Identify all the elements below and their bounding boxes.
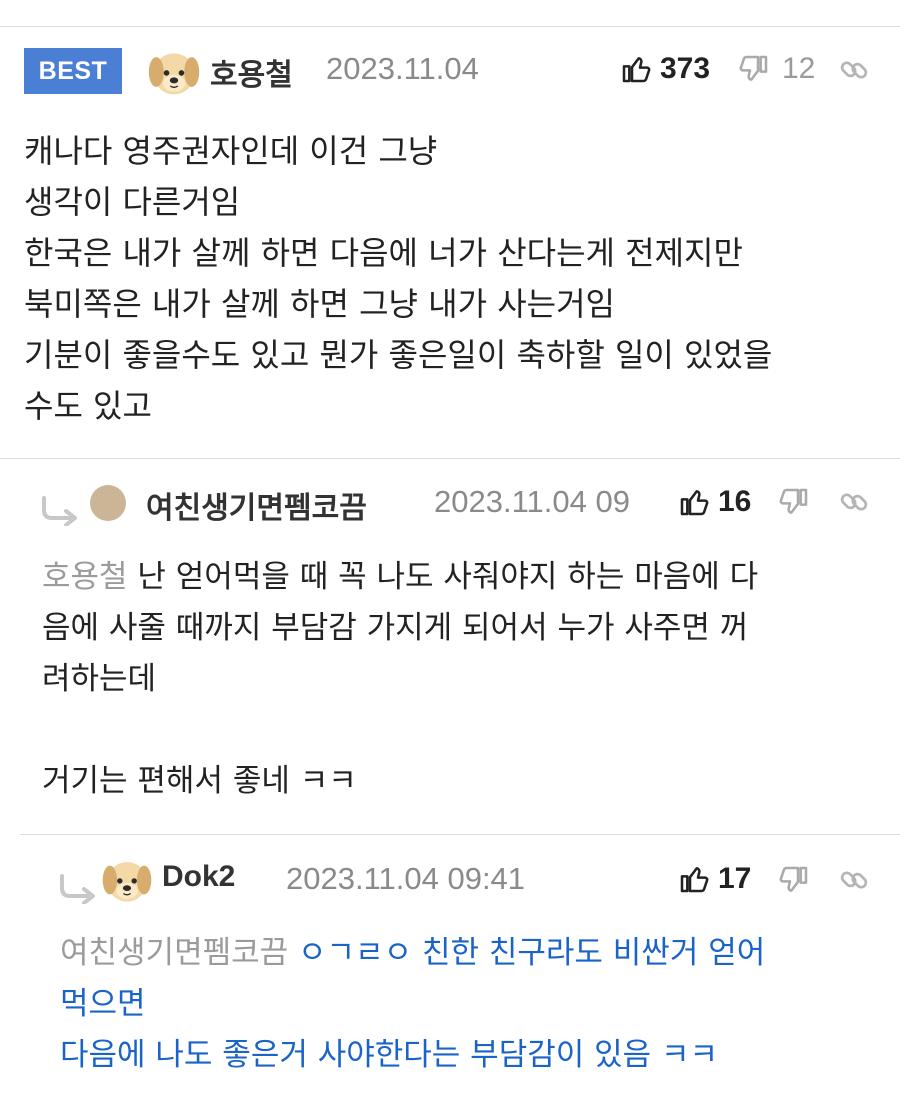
reply-line: 먹으면	[60, 986, 146, 1022]
circle-avatar-icon[interactable]	[90, 485, 126, 521]
link-icon[interactable]	[838, 486, 870, 518]
reply-body: 여친생기면펨코끔 ㅇㄱㄹㅇ 친한 친구라도 비싼거 얻어 먹으면 다음에 나도 …	[60, 928, 765, 1081]
thumbs-down-icon[interactable]	[778, 486, 810, 518]
reply-line: 거기는 편해서 좋네 ㅋㅋ	[42, 763, 357, 799]
reply-arrow-icon	[58, 874, 98, 904]
comment-author[interactable]: 호용철	[210, 50, 293, 94]
thumbs-down-icon	[738, 53, 770, 85]
reply-body: 호용철 난 얻어먹을 때 꼭 나도 사줘야지 하는 마음에 다 음에 사줄 때까…	[42, 552, 758, 807]
upvote-count: 17	[718, 862, 752, 895]
upvote-count: 373	[660, 52, 711, 85]
comment-line: 북미쪽은 내가 살께 하면 그냥 내가 사는거임	[24, 285, 615, 323]
reply-line: 려하는데	[42, 661, 157, 697]
comment-line: 캐나다 영주권자인데 이건 그냥	[24, 132, 438, 170]
mention-tag[interactable]: 호용철	[42, 559, 128, 595]
reply-author[interactable]: Dok2	[162, 860, 235, 894]
downvote-button[interactable]: 12	[738, 52, 815, 86]
upvote-count: 16	[718, 485, 752, 518]
thumbs-up-icon	[678, 486, 710, 518]
thumbs-down-icon[interactable]	[778, 864, 810, 896]
comment-line: 생각이 다른거임	[24, 183, 241, 221]
reply-text: ㅇㄱㄹㅇ 친한 친구라도 비싼거 얻어	[288, 935, 766, 971]
reply-line: 다음에 나도 좋은거 사야한다는 부담감이 있음 ㅋㅋ	[60, 1037, 719, 1073]
best-badge: BEST	[24, 48, 122, 94]
reply-author[interactable]: 여친생기면펨코끔	[146, 483, 367, 527]
reply-date: 2023.11.04 09	[434, 484, 630, 519]
upvote-button[interactable]: 17	[678, 862, 751, 896]
top-divider	[0, 26, 900, 27]
thumbs-up-icon	[620, 53, 652, 85]
reply-arrow-icon	[40, 496, 80, 526]
comment-line: 한국은 내가 살께 하면 다음에 너가 산다는게 전제지만	[24, 234, 743, 272]
puppy-avatar-icon[interactable]	[146, 44, 202, 100]
reply-date: 2023.11.04 09:41	[286, 861, 526, 896]
comment-body: 캐나다 영주권자인데 이건 그냥 생각이 다른거임 한국은 내가 살께 하면 다…	[24, 126, 772, 432]
thumbs-up-icon	[678, 863, 710, 895]
upvote-button[interactable]: 373	[620, 52, 710, 86]
link-icon[interactable]	[838, 54, 870, 86]
reply-line	[42, 705, 758, 756]
reply-divider	[20, 834, 900, 835]
reply-line: 호용철 난 얻어먹을 때 꼭 나도 사줘야지 하는 마음에 다	[42, 552, 758, 603]
downvote-count: 12	[782, 52, 816, 85]
reply-text: 난 얻어먹을 때 꼭 나도 사줘야지 하는 마음에 다	[127, 559, 759, 595]
comment-date: 2023.11.04	[326, 51, 479, 86]
mention-tag[interactable]: 여친생기면펨코끔	[60, 935, 288, 971]
link-icon[interactable]	[838, 864, 870, 896]
comment-divider	[0, 458, 900, 459]
puppy-avatar-icon[interactable]	[100, 853, 154, 907]
reply-line: 음에 사줄 때까지 부담감 가지게 되어서 누가 사주면 꺼	[42, 610, 749, 646]
upvote-button[interactable]: 16	[678, 485, 751, 519]
comment-line: 기분이 좋을수도 있고 뭔가 좋은일이 축하할 일이 있었을	[24, 336, 773, 374]
reply-line: 여친생기면펨코끔 ㅇㄱㄹㅇ 친한 친구라도 비싼거 얻어	[60, 928, 765, 979]
comment-line: 수도 있고	[24, 387, 152, 425]
